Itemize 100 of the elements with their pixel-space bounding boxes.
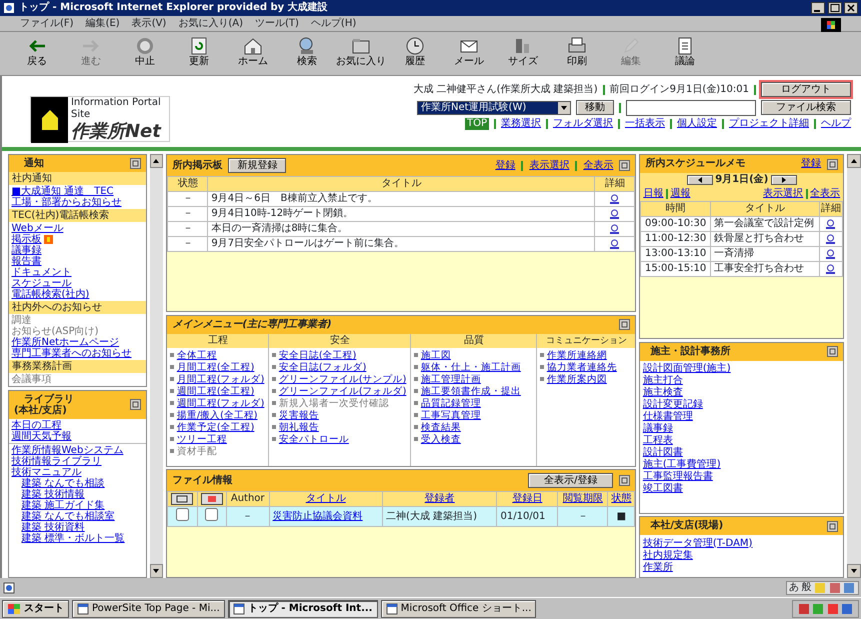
nav-link[interactable]: プロジェクト詳細 — [729, 118, 809, 130]
menu-link[interactable]: 施工管理計画 — [420, 374, 481, 386]
logout-button[interactable]: ログアウト — [761, 82, 851, 97]
menu-item[interactable]: ファイル(F) — [20, 18, 74, 29]
schedule-link[interactable]: 表示選択 — [763, 188, 804, 200]
board-link[interactable]: 全表示 — [583, 160, 614, 172]
toolbar-button[interactable]: 検索 — [282, 34, 332, 73]
menu-link[interactable]: 検査結果 — [420, 422, 461, 434]
panel-link[interactable]: 施主(工事費管理) — [642, 459, 841, 471]
menu-link[interactable]: 品質記録管理 — [420, 398, 481, 410]
library-link[interactable]: 技術マニュアル — [12, 466, 144, 478]
menu-link[interactable]: 作業所連絡網 — [546, 350, 607, 362]
menu-link[interactable]: 月間工程(フォルダ) — [176, 374, 264, 386]
menu-link[interactable]: 安全日誌(全工程) — [278, 350, 356, 362]
menu-link[interactable]: 災害報告 — [278, 410, 319, 422]
file-search-button[interactable]: ファイル検索 — [761, 100, 851, 115]
panel-link[interactable]: 仕様書管理 — [642, 411, 841, 423]
toolbar-button[interactable]: 議論 — [660, 34, 710, 73]
toolbar-button[interactable]: 履歴 — [390, 34, 440, 73]
next-day-button[interactable] — [770, 175, 797, 185]
library-link[interactable]: 建築 なんでも相談室 — [12, 510, 144, 522]
delete-icon[interactable] — [200, 493, 223, 505]
library-link[interactable]: 作業所情報Webシステム — [12, 444, 144, 456]
notice-link[interactable]: 作業所Netホームページ — [12, 337, 120, 348]
ime-mode[interactable]: あ — [789, 582, 799, 594]
column-header[interactable]: 登録者 — [424, 493, 455, 504]
nav-link[interactable]: フォルダ選択 — [553, 118, 613, 130]
search-field[interactable] — [626, 100, 756, 116]
nav-link[interactable]: 個人設定 — [677, 118, 717, 130]
notice-link[interactable]: 専門工事業者へのお知らせ — [12, 348, 132, 359]
library-link[interactable]: 建築 施工ガイド集 — [12, 500, 144, 510]
menu-link[interactable]: 作業予定(全工程) — [176, 422, 254, 434]
detail-icon[interactable] — [609, 238, 620, 250]
detail-icon[interactable] — [609, 194, 620, 204]
toolbar-button[interactable]: ホーム — [228, 34, 278, 73]
menu-link[interactable]: 施工要領書作成・提出 — [420, 386, 521, 398]
notice-link[interactable]: 報告書 — [12, 256, 42, 267]
toolbar-button[interactable]: 中止 — [120, 34, 170, 73]
notice-link[interactable]: ■大成通知 通達 TEC — [12, 186, 114, 197]
library-link[interactable]: 建築 技術情報 — [12, 488, 144, 500]
panel-link[interactable]: 工事監理報告書 — [642, 471, 841, 483]
toolbar-button[interactable]: お気に入り — [336, 34, 386, 73]
panel-link[interactable]: 施主検査 — [642, 387, 841, 399]
notice-link[interactable]: 電話帳検索(社内) — [12, 289, 90, 300]
menu-link[interactable]: 朝礼報告 — [278, 422, 319, 434]
ime-mode[interactable]: 般 — [802, 582, 812, 594]
panel-link[interactable]: 議事録 — [642, 423, 841, 435]
menu-link[interactable]: グリーンファイル(サンプル) — [278, 374, 406, 386]
checkbox[interactable] — [205, 508, 218, 521]
taskbar-button[interactable]: PowerSite Top Page - Mi... — [72, 600, 225, 618]
close-icon[interactable] — [844, 2, 858, 14]
schedule-link[interactable]: 日報 — [643, 188, 664, 200]
detail-icon[interactable] — [609, 208, 620, 220]
detail-icon[interactable] — [825, 234, 836, 244]
download-icon[interactable] — [171, 493, 194, 505]
board-link[interactable]: 登録 — [495, 160, 516, 172]
menu-link[interactable]: 週間工程(全工程) — [176, 386, 254, 398]
library-link[interactable]: 建築 技術資料 — [12, 522, 144, 532]
checkbox[interactable] — [176, 508, 189, 521]
move-button[interactable]: 移動 — [576, 100, 614, 115]
menu-item[interactable]: 編集(E) — [86, 18, 120, 29]
notice-link[interactable]: ドキュメント — [12, 267, 72, 278]
menu-link[interactable]: 安全パトロール — [278, 434, 349, 446]
panel-link[interactable]: 技術データ管理(T-DAM) — [642, 538, 841, 550]
register-button[interactable]: 全表示/登録 — [528, 473, 614, 488]
menu-link[interactable]: 受入検査 — [420, 434, 461, 446]
start-button[interactable]: スタート — [2, 600, 69, 618]
detail-icon[interactable] — [825, 248, 836, 260]
notice-link[interactable]: Webメール — [12, 223, 64, 234]
menu-item[interactable]: お気に入り(A) — [178, 18, 243, 29]
detail-icon[interactable] — [609, 224, 620, 234]
schedule-link[interactable]: 全表示 — [810, 188, 840, 200]
panel-link[interactable]: 工程表 — [642, 435, 841, 447]
panel-link[interactable]: 作業所 — [642, 562, 841, 574]
scroll-up-icon[interactable] — [152, 157, 160, 165]
notice-link[interactable]: スケジュール — [12, 278, 72, 289]
menu-link[interactable]: 作業所案内図 — [546, 374, 607, 386]
nav-link[interactable]: 一括表示 — [625, 118, 665, 130]
detail-icon[interactable] — [825, 218, 836, 230]
panel-link[interactable]: 設計変更記録 — [642, 399, 841, 411]
new-post-button[interactable]: 新規登録 — [228, 158, 286, 173]
taskbar-button[interactable]: Microsoft Office ショート... — [380, 600, 536, 618]
nav-link[interactable]: 業務選択 — [501, 118, 541, 130]
panel-link[interactable]: 設計図面管理(施主) — [642, 363, 841, 375]
toolbar-button[interactable]: 印刷 — [552, 34, 602, 73]
notice-link[interactable]: 工場・部署からお知らせ — [12, 197, 122, 208]
menu-item[interactable]: ツール(T) — [255, 18, 299, 29]
menu-link[interactable]: 工事写真管理 — [420, 410, 481, 422]
menu-link[interactable]: 揚重/搬入(全工程) — [176, 410, 258, 422]
toolbar-button[interactable]: サイズ — [498, 34, 548, 73]
menu-link[interactable]: 躯体・仕上・施工計画 — [420, 362, 521, 374]
scroll-up-icon[interactable] — [850, 157, 858, 165]
minimize-icon[interactable] — [811, 2, 825, 14]
library-link[interactable]: 本日の工程 — [12, 420, 144, 430]
panel-link[interactable]: 設計図書 — [642, 447, 841, 459]
toolbar-button[interactable]: 戻る — [12, 34, 62, 73]
register-link[interactable]: 登録 — [801, 158, 822, 170]
scroll-down-icon[interactable] — [850, 567, 858, 575]
nav-link[interactable]: ヘルプ — [821, 118, 851, 130]
panel-link[interactable]: 社内規定集 — [642, 550, 841, 562]
